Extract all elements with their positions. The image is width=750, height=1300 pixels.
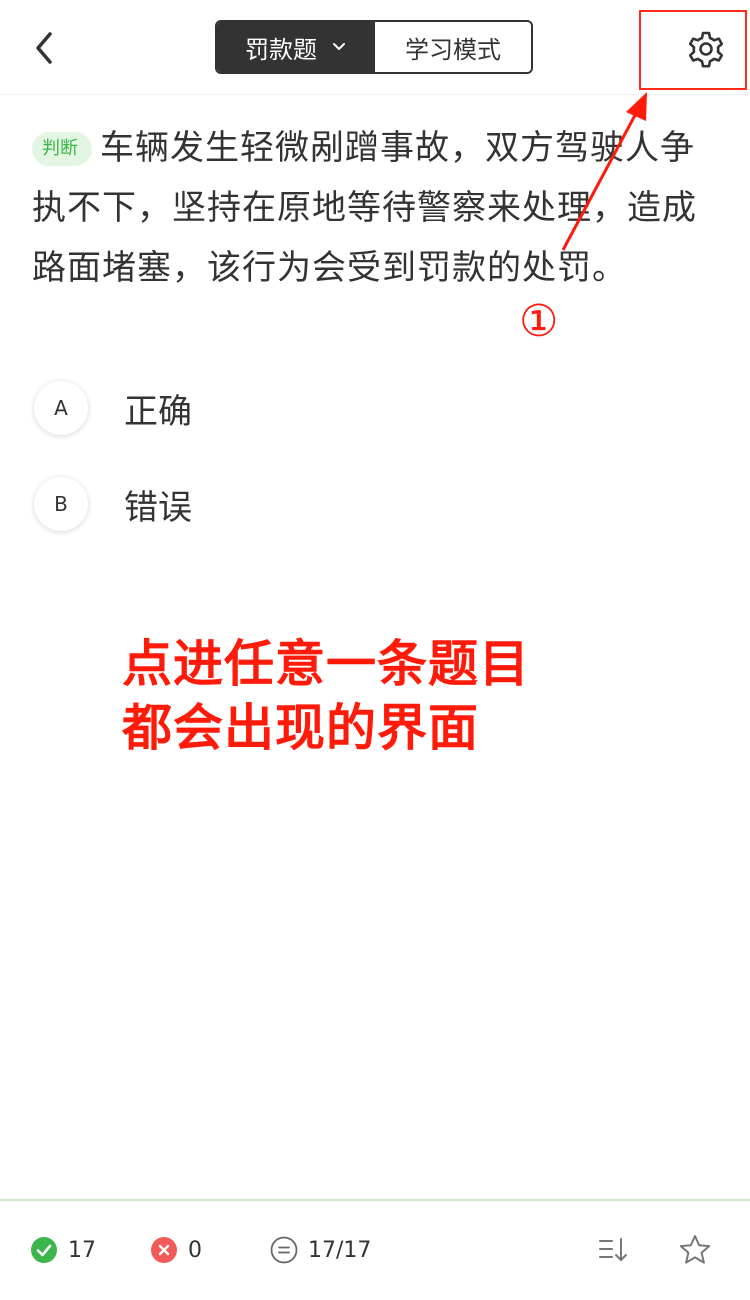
- question-text-block: 判断 车辆发生轻微剐蹭事故，双方驾驶人争执不下，坚持在原地等待警察来处理，造成路面…: [32, 118, 712, 298]
- bottom-bar: 17 0 17/17: [0, 1199, 750, 1300]
- chevron-down-icon: [333, 43, 345, 50]
- annotation-line-2: 都会出现的界面: [122, 699, 479, 757]
- option-letter-badge: A: [34, 381, 88, 435]
- wrong-count: 0: [188, 1237, 202, 1263]
- list-circle-icon: [270, 1236, 298, 1264]
- back-button[interactable]: [28, 28, 64, 68]
- annotation-line-1: 点进任意一条题目: [122, 635, 530, 693]
- option-b[interactable]: B 错误: [34, 476, 534, 532]
- study-mode-label: 学习模式: [405, 35, 501, 64]
- gear-icon: [688, 31, 724, 68]
- correct-count-stat: 17: [30, 1235, 96, 1265]
- option-label: 错误: [124, 487, 192, 528]
- annotation-step-number: ①: [519, 296, 559, 347]
- favorite-button[interactable]: [678, 1233, 712, 1267]
- progress-stat[interactable]: 17/17: [270, 1235, 371, 1265]
- option-a[interactable]: A 正确: [34, 380, 534, 436]
- back-arrow-icon: [36, 32, 52, 64]
- study-mode-button[interactable]: 学习模式: [375, 22, 531, 72]
- option-letter-badge: B: [34, 477, 88, 531]
- question-category-dropdown[interactable]: 罚款题: [217, 22, 375, 72]
- question-text: 车辆发生轻微剐蹭事故，双方驾驶人争执不下，坚持在原地等待警察来处理，造成路面堵塞…: [32, 128, 697, 288]
- check-circle-icon: [31, 1237, 57, 1263]
- wrong-count-stat: 0: [150, 1235, 202, 1265]
- sort-button[interactable]: [597, 1233, 631, 1267]
- star-icon: [679, 1235, 711, 1264]
- settings-button[interactable]: [686, 29, 726, 69]
- progress-count: 17/17: [308, 1237, 372, 1263]
- x-circle-icon: [151, 1237, 177, 1263]
- mode-switch: 罚款题 学习模式: [215, 20, 533, 74]
- option-label: 正确: [124, 391, 192, 432]
- correct-count: 17: [68, 1237, 96, 1263]
- top-bar: 罚款题 学习模式: [0, 0, 750, 95]
- sort-list-icon: [599, 1238, 627, 1261]
- annotation-note: 点进任意一条题目 都会出现的界面: [122, 632, 530, 760]
- question-type-tag: 判断: [32, 132, 92, 166]
- question-category-label: 罚款题: [245, 35, 317, 64]
